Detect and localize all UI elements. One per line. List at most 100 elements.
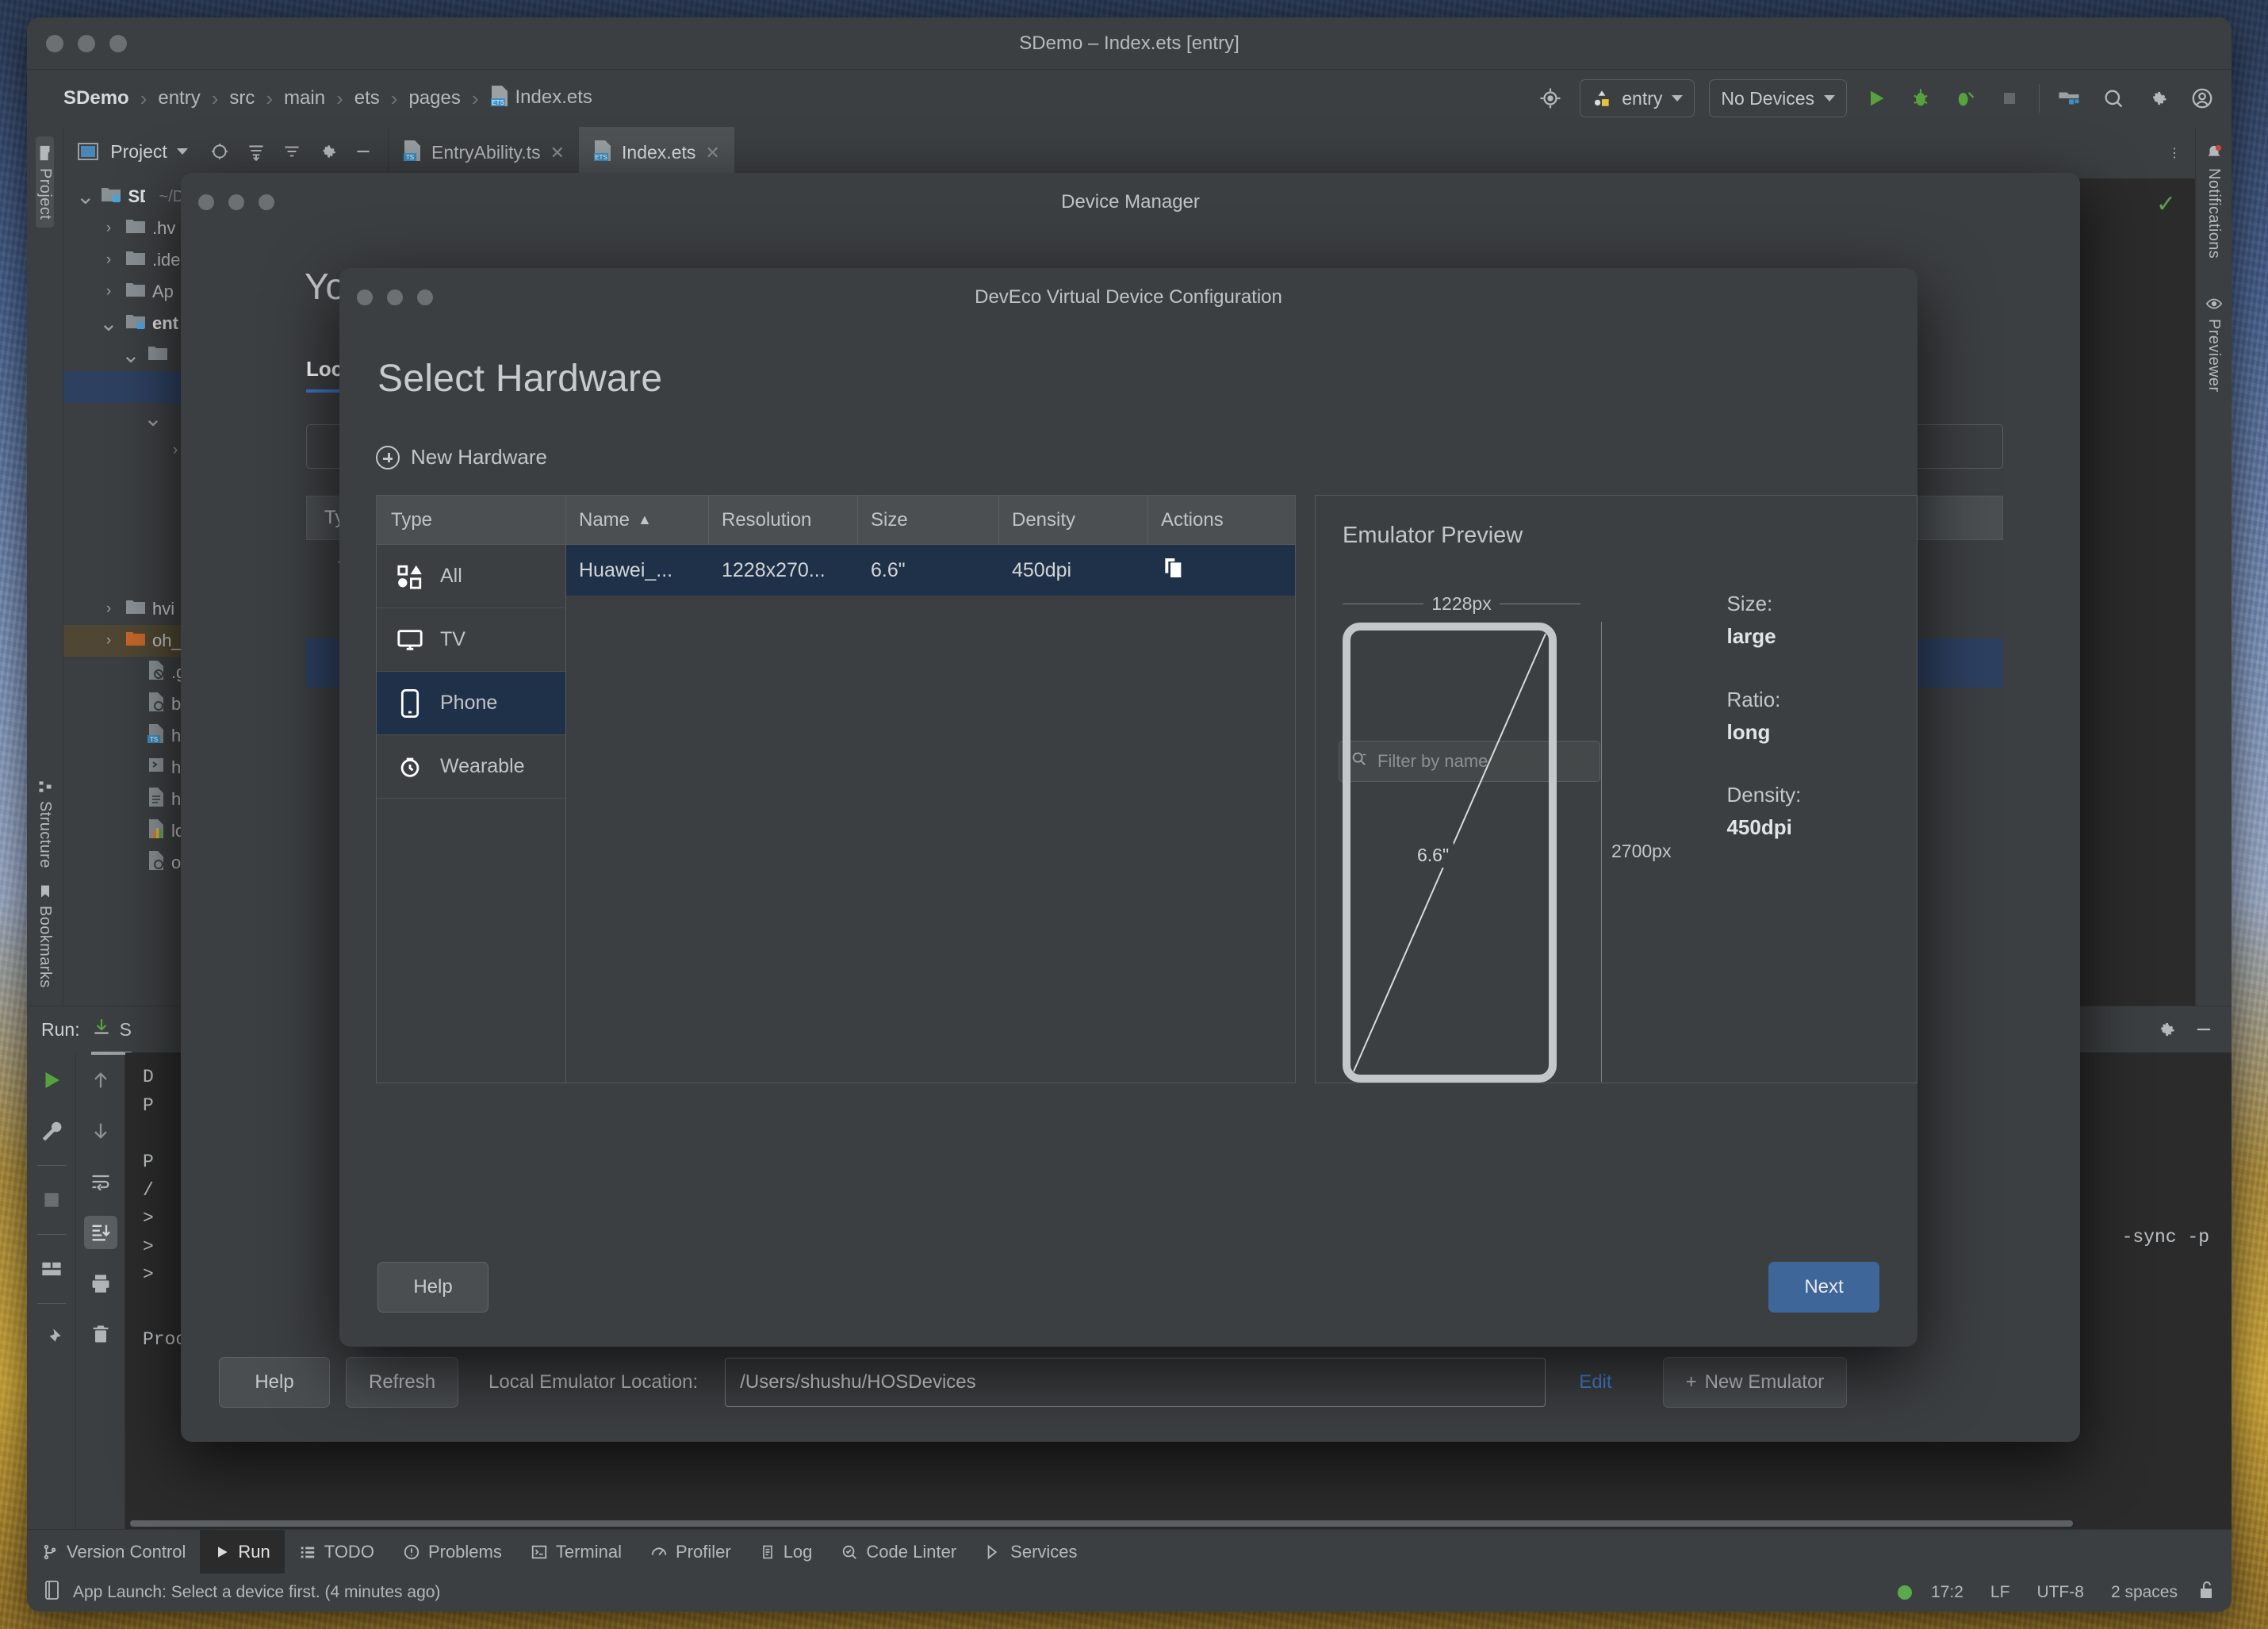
pane-settings-icon[interactable] (315, 138, 341, 165)
close-tab-icon[interactable]: ✕ (705, 143, 719, 163)
type-item-tv[interactable]: TV (377, 608, 565, 672)
run-settings-gear-icon[interactable] (2152, 1016, 2179, 1043)
bottom-tab-version-control[interactable]: Version Control (27, 1530, 200, 1573)
file-encoding[interactable]: UTF-8 (2029, 1583, 2092, 1602)
bottom-tool-tabs[interactable]: Version Control Run TODO Problems Terminal Pr… (27, 1529, 2232, 1573)
arrow-up-icon[interactable] (84, 1064, 117, 1097)
bottom-tab-terminal[interactable]: Terminal (516, 1530, 636, 1573)
bottom-tab-todo[interactable]: TODO (285, 1530, 389, 1573)
new-hardware-label: New Hardware (411, 445, 547, 469)
local-emulator-location-field[interactable]: /Users/shushu/HOSDevices (725, 1358, 1546, 1407)
type-item-wearable[interactable]: Wearable (377, 735, 565, 799)
chevron-down-icon[interactable]: ⌄ (98, 312, 119, 335)
inspection-ok-icon[interactable]: ✓ (2156, 190, 2176, 218)
type-item-phone[interactable]: Phone (377, 672, 565, 735)
chevron-down-icon[interactable]: ⌄ (143, 408, 163, 430)
attach-debugger-icon[interactable] (1950, 83, 1980, 113)
collapse-all-icon[interactable] (278, 138, 305, 165)
bottom-tab-log[interactable]: Log (745, 1530, 827, 1573)
terminal-icon (531, 1543, 548, 1561)
chevron-right-icon[interactable]: › (98, 600, 119, 618)
chevron-down-icon[interactable] (176, 148, 188, 155)
close-tab-icon[interactable]: ✕ (550, 143, 565, 163)
caret-position[interactable]: 17:2 (1923, 1583, 1971, 1602)
refresh-button[interactable]: Refresh (346, 1357, 459, 1408)
table-row[interactable]: Huawei_... 1228x270... 6.6" 450dpi (566, 545, 1295, 596)
scroll-to-end-icon[interactable] (83, 1216, 117, 1249)
pin-icon[interactable] (35, 1321, 68, 1355)
sidebar-item-notifications[interactable]: Notifications (2205, 136, 2223, 266)
breadcrumb-item-5[interactable]: pages (397, 87, 471, 109)
indent-setting[interactable]: 2 spaces (2103, 1583, 2186, 1602)
gear-icon[interactable] (2143, 83, 2173, 113)
stop-icon[interactable] (1994, 83, 2025, 113)
chevron-down-icon[interactable]: ⌄ (121, 344, 141, 366)
print-icon[interactable] (84, 1267, 117, 1300)
run-configuration-tab[interactable]: S (90, 1017, 132, 1055)
next-button[interactable]: Next (1768, 1262, 1879, 1313)
column-header-name[interactable]: Name ▲ (566, 496, 709, 544)
editor-tab-index[interactable]: ETS Index.ets ✕ (579, 127, 734, 178)
new-hardware-button[interactable]: New Hardware (376, 445, 1917, 470)
bottom-tab-profiler[interactable]: Profiler (636, 1530, 745, 1573)
bottom-tab-problems[interactable]: Problems (389, 1530, 516, 1573)
device-manager-icon[interactable] (2054, 83, 2084, 113)
unlocked-icon[interactable] (2197, 1580, 2216, 1605)
edit-configuration-wrench-icon[interactable] (35, 1114, 68, 1148)
chevron-down-icon[interactable]: ⌄ (76, 186, 94, 208)
sidebar-item-project[interactable]: Project (36, 136, 54, 228)
hide-pane-icon[interactable] (351, 138, 377, 165)
sidebar-item-structure[interactable]: Structure (36, 771, 54, 876)
target-icon[interactable] (1535, 83, 1565, 113)
breadcrumb-item-3[interactable]: main (273, 87, 336, 109)
account-icon[interactable] (2187, 83, 2217, 113)
hardware-table-header[interactable]: Name ▲ Resolution Size Density Actions (566, 496, 1295, 545)
more-tabs-icon[interactable]: ⋮ (2168, 145, 2181, 161)
column-header-resolution[interactable]: Resolution (709, 496, 858, 544)
layout-icon[interactable] (35, 1252, 68, 1286)
chevron-right-icon[interactable]: › (98, 283, 119, 301)
status-bar-message[interactable]: App Launch: Select a device first. (4 mi… (73, 1583, 440, 1602)
bottom-tab-label: TODO (324, 1541, 374, 1562)
console-horizontal-scrollbar[interactable] (125, 1518, 2232, 1529)
rerun-icon[interactable] (35, 1064, 68, 1097)
line-separator[interactable]: LF (1983, 1583, 2018, 1602)
type-item-all[interactable]: All (377, 545, 565, 608)
chevron-right-icon[interactable]: › (98, 220, 119, 237)
search-icon[interactable] (2098, 83, 2128, 113)
bottom-tab-services[interactable]: Services (971, 1530, 1091, 1573)
column-header-actions[interactable]: Actions (1148, 496, 1295, 544)
breadcrumb[interactable]: SDemo › entry › src › main › ets › pages… (63, 85, 603, 113)
module-selector[interactable]: entry (1580, 79, 1695, 117)
breadcrumb-item-1[interactable]: entry (147, 87, 211, 109)
arrow-down-icon[interactable] (84, 1114, 117, 1148)
run-icon[interactable] (1861, 83, 1891, 113)
breadcrumb-item-2[interactable]: src (218, 87, 266, 109)
debug-icon[interactable] (1906, 83, 1936, 113)
stop-process-icon[interactable] (35, 1183, 68, 1217)
soft-wrap-icon[interactable] (84, 1165, 117, 1198)
device-selector[interactable]: No Devices (1709, 79, 1847, 117)
hide-run-panel-icon[interactable] (2190, 1016, 2217, 1043)
vdc-help-button[interactable]: Help (377, 1262, 488, 1313)
editor-tabstrip[interactable]: TS EntryAbility.ts ✕ ETS Index.ets ✕ ⋮ (389, 127, 2195, 179)
chevron-right-icon[interactable]: › (98, 251, 119, 269)
breadcrumb-item-0[interactable]: SDemo (63, 87, 140, 109)
help-button[interactable]: Help (219, 1357, 330, 1408)
new-emulator-button[interactable]: + New Emulator (1662, 1357, 1848, 1408)
bottom-tab-code-linter[interactable]: Code Linter (826, 1530, 971, 1573)
chevron-right-icon[interactable]: › (98, 632, 119, 650)
select-opened-file-icon[interactable] (207, 138, 233, 165)
sidebar-item-bookmarks[interactable]: Bookmarks (36, 876, 54, 996)
trash-icon[interactable] (84, 1317, 117, 1351)
editor-tab-entryability[interactable]: TS EntryAbility.ts ✕ (389, 127, 579, 178)
duplicate-icon[interactable] (1161, 555, 1186, 586)
breadcrumb-item-6[interactable]: ETS Index.ets (479, 85, 603, 113)
column-header-density[interactable]: Density (999, 496, 1148, 544)
expand-all-icon[interactable] (243, 138, 269, 165)
edit-location-link[interactable]: Edit (1579, 1371, 1611, 1393)
column-header-size[interactable]: Size (858, 496, 999, 544)
breadcrumb-item-4[interactable]: ets (343, 87, 391, 109)
sidebar-item-previewer[interactable]: Previewer (2205, 287, 2223, 401)
bottom-tab-run[interactable]: Run (200, 1530, 285, 1573)
